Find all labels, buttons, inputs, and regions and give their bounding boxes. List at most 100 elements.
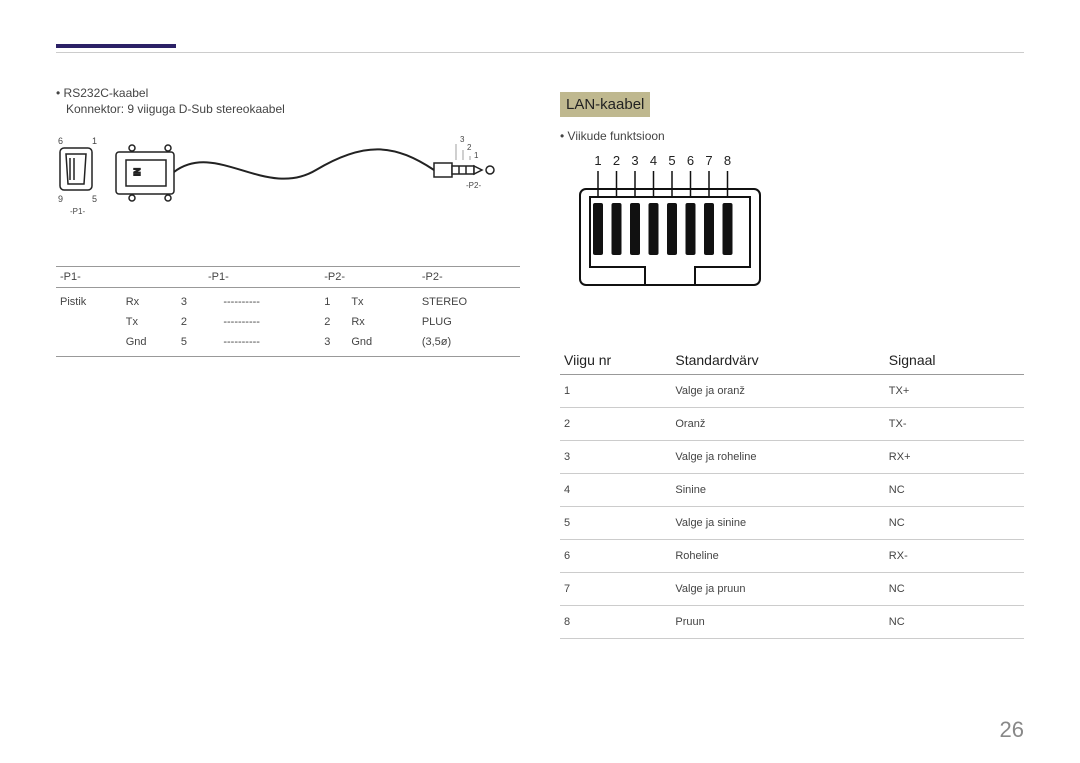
table-cell: Oranž <box>671 408 884 441</box>
table-cell: Gnd <box>347 332 402 357</box>
rj45-pin-label: 2 <box>613 153 620 168</box>
right-column: LAN-kaabel Viikude funktsioon 12345678 V… <box>560 86 1024 723</box>
table-cell: TX- <box>885 408 1024 441</box>
rs232-pinout-table: -P1- -P1- -P2- -P2- PistikRx3----------1… <box>56 266 520 357</box>
table-cell: 2 <box>320 312 347 332</box>
rj45-pin-label: 4 <box>650 153 657 168</box>
table-cell: Rx <box>122 288 177 313</box>
table-cell: Pistik <box>56 288 122 313</box>
table-row: 7Valge ja pruunNC <box>560 573 1024 606</box>
table-cell: Pruun <box>671 606 884 639</box>
table-cell <box>403 312 418 332</box>
table-header-row: -P1- -P1- -P2- -P2- <box>56 267 520 288</box>
lan-bullet: Viikude funktsioon <box>560 129 1024 143</box>
table-cell: Roheline <box>671 540 884 573</box>
rj45-pin-label: 7 <box>705 153 712 168</box>
table-cell: (3,5ø) <box>418 332 520 357</box>
rj45-diagram: 12345678 <box>560 147 1024 322</box>
table-cell: Sinine <box>671 474 884 507</box>
table-cell: ---------- <box>219 332 305 357</box>
th-p2b: -P2- <box>418 267 520 288</box>
table-cell: Valge ja pruun <box>671 573 884 606</box>
table-cell <box>204 312 219 332</box>
rs232-diagram: 6 1 9 5 -P1- IN <box>56 130 520 250</box>
table-cell: 5 <box>560 507 671 540</box>
table-cell: RX+ <box>885 441 1024 474</box>
dsub-p1-label: -P1- <box>70 207 85 216</box>
table-cell: 8 <box>560 606 671 639</box>
table-cell <box>403 288 418 313</box>
rj45-pin-label: 5 <box>668 153 675 168</box>
table-cell: Valge ja oranž <box>671 375 884 408</box>
table-cell <box>204 288 219 313</box>
table-cell: RX- <box>885 540 1024 573</box>
table-cell <box>56 312 122 332</box>
table-row: 1Valge ja oranžTX+ <box>560 375 1024 408</box>
table-cell: 2 <box>177 312 204 332</box>
table-cell: Valge ja sinine <box>671 507 884 540</box>
trs-pin-2: 2 <box>467 143 472 152</box>
table-row: 3Valge ja rohelineRX+ <box>560 441 1024 474</box>
lan-heading: LAN-kaabel <box>560 92 650 117</box>
table-cell <box>305 288 320 313</box>
th-standard: Standardvärv <box>671 344 884 375</box>
table-cell: NC <box>885 606 1024 639</box>
table-cell: Rx <box>347 312 402 332</box>
rj45-pin-label: 3 <box>631 153 638 168</box>
table-cell: 2 <box>560 408 671 441</box>
page-number: 26 <box>1000 717 1024 743</box>
table-row: Tx2----------2RxPLUG <box>56 312 520 332</box>
table-cell <box>56 332 122 357</box>
table-cell: 1 <box>320 288 347 313</box>
table-header-row: Viigu nr Standardvärv Signaal <box>560 344 1024 375</box>
table-cell: 5 <box>177 332 204 357</box>
table-cell: NC <box>885 507 1024 540</box>
table-cell: Tx <box>122 312 177 332</box>
rj45-pin-label: 1 <box>594 153 601 168</box>
table-row: 8PruunNC <box>560 606 1024 639</box>
header-divider <box>56 52 1024 53</box>
trs-pin-3: 3 <box>460 135 465 144</box>
rs232-bullet: RS232C-kaabel <box>56 86 520 100</box>
dsub-pin-5: 5 <box>92 194 97 204</box>
th-viigu: Viigu nr <box>560 344 671 375</box>
table-row: 5Valge ja sinineNC <box>560 507 1024 540</box>
th-signaal: Signaal <box>885 344 1024 375</box>
dsub-pin-9: 9 <box>58 194 63 204</box>
dsub-pin-6: 6 <box>58 136 63 146</box>
table-cell: Tx <box>347 288 402 313</box>
svg-text:IN: IN <box>133 168 142 176</box>
table-cell: NC <box>885 474 1024 507</box>
table-cell: Gnd <box>122 332 177 357</box>
table-row: 2OranžTX- <box>560 408 1024 441</box>
th-p2a: -P2- <box>320 267 418 288</box>
table-cell: ---------- <box>219 288 305 313</box>
rj45-pin-label: 6 <box>687 153 694 168</box>
table-cell <box>305 312 320 332</box>
rj45-pin-label: 8 <box>724 153 731 168</box>
table-cell: 7 <box>560 573 671 606</box>
th-p1a: -P1- <box>56 267 204 288</box>
table-row: 4SinineNC <box>560 474 1024 507</box>
table-cell: 6 <box>560 540 671 573</box>
table-row: PistikRx3 ---------- 1Tx STEREO <box>56 288 520 313</box>
table-row: Gnd5----------3Gnd(3,5ø) <box>56 332 520 357</box>
trs-p2-label: -P2- <box>466 181 481 190</box>
trs-pin-1: 1 <box>474 151 479 160</box>
lan-pinout-table: Viigu nr Standardvärv Signaal 1Valge ja … <box>560 344 1024 639</box>
table-cell: 3 <box>560 441 671 474</box>
table-cell: TX+ <box>885 375 1024 408</box>
rs232-subline: Konnektor: 9 viiguga D-Sub stereokaabel <box>66 102 520 116</box>
table-cell: Valge ja roheline <box>671 441 884 474</box>
table-row: 6RohelineRX- <box>560 540 1024 573</box>
dsub-pin-1: 1 <box>92 136 97 146</box>
table-cell: STEREO <box>418 288 520 313</box>
table-cell: 3 <box>320 332 347 357</box>
table-cell: PLUG <box>418 312 520 332</box>
th-p1b: -P1- <box>204 267 320 288</box>
table-cell <box>403 332 418 357</box>
table-cell: 1 <box>560 375 671 408</box>
table-cell <box>204 332 219 357</box>
table-cell: ---------- <box>219 312 305 332</box>
table-cell: 3 <box>177 288 204 313</box>
